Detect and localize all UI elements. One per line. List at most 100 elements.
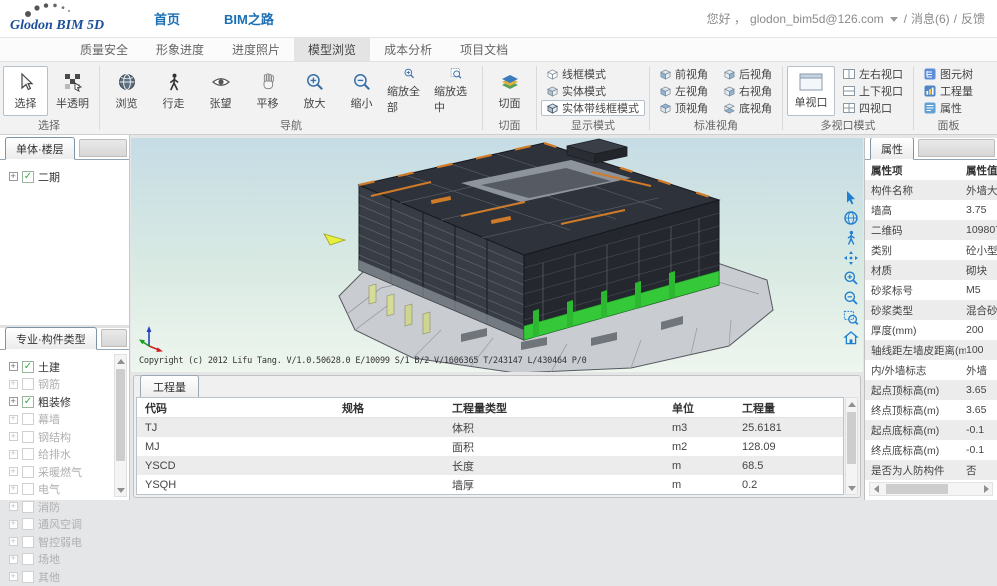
checkbox-icon[interactable] — [22, 378, 34, 390]
zoom-selected-button[interactable]: 缩放选中 — [433, 66, 478, 116]
property-row[interactable]: 是否为人防构件否 — [865, 460, 997, 480]
zoom-all-button[interactable]: 缩放全部 — [386, 66, 431, 116]
chevron-down-icon[interactable] — [890, 17, 898, 22]
tree-item-civil[interactable]: 土建 — [0, 358, 111, 376]
expand-plus-icon[interactable] — [9, 555, 18, 564]
quantity-row[interactable]: YSQH墙厚m0.2 — [137, 475, 843, 494]
tree-item-site[interactable]: 场地 — [0, 551, 111, 569]
solid-wireframe-mode-button[interactable]: 实体带线框模式 — [541, 100, 645, 116]
wireframe-mode-button[interactable]: 线框模式 — [541, 66, 645, 82]
expand-plus-icon[interactable] — [9, 172, 18, 181]
tab-model-browse[interactable]: 模型浏览 — [294, 38, 370, 61]
left-panel-scrollbar[interactable] — [114, 354, 127, 497]
expand-plus-icon[interactable] — [9, 520, 18, 529]
checkbox-icon[interactable] — [22, 571, 34, 583]
building-model[interactable] — [131, 138, 863, 372]
scrollbar-thumb[interactable] — [847, 412, 856, 464]
scroll-left-arrow[interactable] — [870, 483, 882, 495]
quantity-row[interactable]: MJ面积m2128.09 — [137, 437, 843, 456]
expand-plus-icon[interactable] — [9, 450, 18, 459]
checkbox-icon[interactable] — [22, 501, 34, 513]
zoom-in-tool-icon[interactable] — [843, 270, 859, 286]
select-tool-icon[interactable] — [843, 190, 859, 206]
properties-hscrollbar[interactable] — [869, 482, 993, 496]
nav-home[interactable]: 首页 — [154, 9, 180, 28]
expand-plus-icon[interactable] — [9, 467, 18, 476]
scroll-up-arrow[interactable] — [846, 398, 857, 410]
look-around-button[interactable]: 张望 — [198, 66, 243, 116]
expand-plus-icon[interactable] — [9, 502, 18, 511]
scroll-right-arrow[interactable] — [980, 483, 992, 495]
tree-item-steel[interactable]: 钢结构 — [0, 428, 111, 446]
orbit-globe-icon[interactable] — [843, 210, 859, 226]
walk-button[interactable]: 行走 — [151, 66, 196, 116]
property-row[interactable]: 砂浆标号M5 — [865, 280, 997, 300]
expand-plus-icon[interactable] — [9, 432, 18, 441]
properties-panel-button[interactable]: 属性 — [918, 100, 979, 116]
expand-plus-icon[interactable] — [9, 397, 18, 406]
pan-button[interactable]: 平移 — [245, 66, 290, 116]
zoom-out-button[interactable]: 缩小 — [339, 66, 384, 116]
property-row[interactable]: 内/外墙标志外墙 — [865, 360, 997, 380]
col-spec[interactable]: 规格 — [342, 400, 452, 416]
translucent-button[interactable]: 半透明 — [50, 66, 95, 116]
property-row[interactable]: 墙高3.75 — [865, 200, 997, 220]
right-view-button[interactable]: 右视角 — [718, 83, 778, 99]
checkbox-icon[interactable] — [22, 448, 34, 460]
checkbox-icon[interactable] — [22, 431, 34, 443]
select-button[interactable]: 选择 — [3, 66, 48, 116]
checkbox-icon[interactable] — [22, 518, 34, 530]
tree-item-plumbing[interactable]: 给排水 — [0, 446, 111, 464]
property-row[interactable]: 终点顶标高(m)3.65 — [865, 400, 997, 420]
checkbox-icon[interactable] — [22, 413, 34, 425]
feedback-link[interactable]: 反馈 — [961, 10, 985, 27]
tree-item-electrical[interactable]: 电气 — [0, 481, 111, 499]
messages-link[interactable]: 消息(6) — [911, 10, 950, 27]
left-view-button[interactable]: 左视角 — [654, 83, 714, 99]
zoom-out-tool-icon[interactable] — [843, 290, 859, 306]
quantity-row[interactable]: MBMJ模板面积m20 — [137, 494, 843, 495]
tree-item-curtainwall[interactable]: 幕墙 — [0, 411, 111, 429]
section-button[interactable]: 切面 — [487, 66, 532, 116]
quantity-row[interactable]: TJ体积m325.6181 — [137, 418, 843, 437]
property-row[interactable]: 二维码109807 — [865, 220, 997, 240]
checkbox-checked-icon[interactable] — [22, 361, 34, 373]
tab-quantity[interactable]: 工程量 — [140, 375, 199, 398]
account-email[interactable]: glodon_bim5d@126.com — [750, 12, 884, 26]
col-unit[interactable]: 单位 — [672, 400, 742, 416]
checkbox-icon[interactable] — [22, 536, 34, 548]
browse-button[interactable]: 浏览 — [104, 66, 149, 116]
checkbox-icon[interactable] — [22, 553, 34, 565]
single-viewport-button[interactable]: 单视口 — [787, 66, 835, 116]
tab-project-docs[interactable]: 项目文档 — [446, 38, 522, 61]
scroll-up-arrow[interactable] — [115, 355, 126, 367]
tab-building-floor[interactable]: 单体·楼层 — [5, 137, 75, 160]
property-row[interactable]: 轴线距左墙皮距离(mm)100 — [865, 340, 997, 360]
property-row[interactable]: 材质砌块 — [865, 260, 997, 280]
tree-item-heating-gas[interactable]: 采暖燃气 — [0, 463, 111, 481]
bottom-view-button[interactable]: 底视角 — [718, 100, 778, 116]
quantity-row[interactable]: YSCD长度m68.5 — [137, 456, 843, 475]
quad-viewport-button[interactable]: 四视口 — [837, 100, 909, 116]
checkbox-icon[interactable] — [22, 483, 34, 495]
quantity-scrollbar[interactable] — [845, 397, 858, 495]
front-view-button[interactable]: 前视角 — [654, 66, 714, 82]
tree-item-phase2[interactable]: 二期 — [0, 168, 129, 186]
scrollbar-thumb[interactable] — [886, 484, 948, 494]
scroll-down-arrow[interactable] — [115, 484, 126, 496]
tab-cost-analysis[interactable]: 成本分析 — [370, 38, 446, 61]
expand-plus-icon[interactable] — [9, 362, 18, 371]
zoom-window-tool-icon[interactable] — [843, 310, 859, 326]
walk-tool-icon[interactable] — [843, 230, 859, 246]
model-viewport[interactable]: Copyright (c) 2012 Lifu Tang. V/1.0.5062… — [131, 138, 863, 372]
tab-specialty-type[interactable]: 专业·构件类型 — [5, 327, 97, 350]
property-row[interactable]: 类别砼小型空 — [865, 240, 997, 260]
tree-item-rough-finish[interactable]: 粗装修 — [0, 393, 111, 411]
tree-item-other[interactable]: 其他 — [0, 568, 111, 586]
property-row[interactable]: 厚度(mm)200 — [865, 320, 997, 340]
top-view-button[interactable]: 顶视角 — [654, 100, 714, 116]
home-view-icon[interactable] — [843, 330, 859, 346]
property-row[interactable]: 砂浆类型混合砂浆 — [865, 300, 997, 320]
nav-bim-road[interactable]: BIM之路 — [224, 9, 274, 28]
tree-item-low-voltage[interactable]: 智控弱电 — [0, 533, 111, 551]
